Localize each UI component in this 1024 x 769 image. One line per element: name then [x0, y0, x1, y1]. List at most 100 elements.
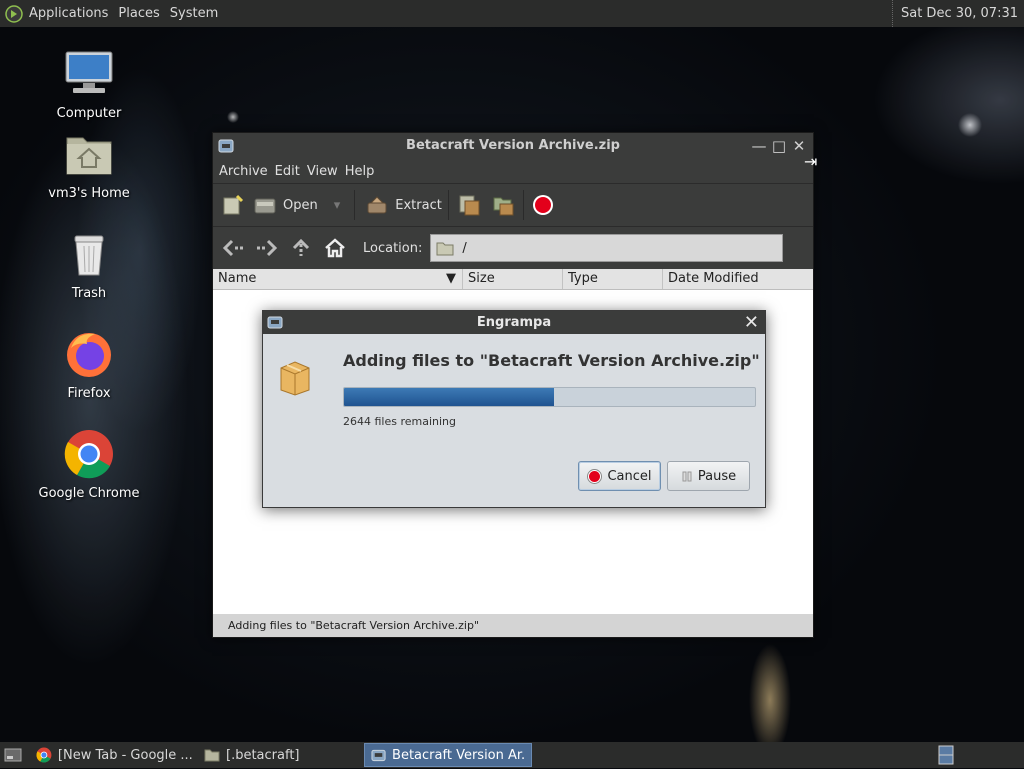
progress-fill	[344, 388, 554, 406]
file-list-header: Name ▼ Size Type Date Modified	[213, 269, 813, 290]
home-folder-icon	[66, 137, 112, 175]
desktop-icon-computer[interactable]: Computer	[24, 48, 154, 121]
archive-app-icon	[218, 139, 234, 153]
status-bar: Adding files to "Betacraft Version Archi…	[213, 614, 813, 637]
open-icon	[254, 198, 276, 214]
folder-icon	[204, 749, 220, 762]
show-desktop-button[interactable]	[0, 743, 30, 767]
back-arrow-icon	[222, 239, 243, 257]
applications-menu[interactable]: Applications	[29, 6, 108, 21]
workspace-icon	[938, 745, 954, 765]
open-dropdown-button[interactable]: ▾	[334, 198, 341, 213]
bottom-panel: [New Tab - Google ... [.betacraft] Betac…	[0, 742, 1024, 768]
menu-help[interactable]: Help	[344, 164, 376, 179]
home-icon	[325, 238, 345, 258]
maximize-button[interactable]: □	[769, 133, 789, 159]
menu-archive[interactable]: Archive	[218, 164, 269, 179]
open-label: Open	[283, 197, 318, 213]
stop-icon	[587, 468, 603, 484]
cancel-label: Cancel	[607, 468, 652, 484]
show-desktop-icon	[4, 748, 22, 762]
progress-dialog: Engrampa ✕ Adding files to "Betacraft Ve…	[262, 310, 766, 508]
location-label: Location:	[363, 240, 423, 256]
toolbar-separator	[447, 190, 449, 220]
column-name[interactable]: Name ▼	[213, 269, 463, 289]
desktop-icon-label: Trash	[71, 286, 107, 301]
chrome-icon	[64, 430, 113, 479]
clock[interactable]: Sat Dec 30, 07:31	[891, 0, 1018, 27]
column-size[interactable]: Size	[463, 269, 563, 289]
taskbar-item-archive[interactable]: Betacraft Version Ar...	[364, 743, 532, 767]
files-remaining: 2644 files remaining	[343, 415, 457, 428]
location-value: /	[462, 240, 467, 256]
add-files-button[interactable]	[457, 192, 483, 218]
dialog-heading: Adding files to "Betacraft Version Archi…	[343, 351, 760, 370]
pause-icon	[682, 471, 692, 482]
home-button[interactable]	[321, 234, 349, 262]
open-button[interactable]: Open	[253, 193, 318, 217]
new-archive-icon	[223, 194, 244, 215]
menu-view[interactable]: View	[306, 164, 339, 179]
dialog-titlebar[interactable]: Engrampa ✕	[263, 311, 765, 334]
taskbar-item-label: [New Tab - Google ...	[57, 747, 192, 763]
package-icon	[280, 361, 310, 396]
column-type-label: Type	[568, 271, 598, 286]
pause-button[interactable]: Pause	[667, 461, 750, 491]
desktop-icon-label: Firefox	[67, 386, 111, 401]
progress-bar	[343, 387, 756, 407]
column-size-label: Size	[468, 271, 495, 286]
computer-icon	[65, 51, 113, 93]
forward-button[interactable]	[253, 234, 281, 262]
desktop-icon-chrome[interactable]: Google Chrome	[24, 428, 154, 501]
desktop-icon-label: Computer	[56, 106, 122, 121]
add-folder-icon	[493, 197, 514, 216]
workspace-switcher[interactable]	[936, 745, 956, 765]
places-menu[interactable]: Places	[118, 6, 159, 21]
stop-button[interactable]	[532, 194, 554, 216]
column-name-label: Name	[218, 271, 257, 286]
desktop-icon-label: vm3's Home	[48, 186, 130, 201]
desktop-icon-trash[interactable]: Trash	[24, 228, 154, 301]
dialog-title: Engrampa	[476, 315, 552, 330]
desktop-icon-firefox[interactable]: Firefox	[24, 328, 154, 401]
menubar: Archive Edit View Help	[213, 159, 813, 183]
extract-button[interactable]: Extract	[365, 193, 442, 217]
sort-down-icon: ▼	[446, 271, 456, 286]
window-title: Betacraft Version Archive.zip	[406, 138, 620, 153]
taskbar-item-folder[interactable]: [.betacraft]	[198, 743, 364, 767]
minimize-button[interactable]: —	[749, 133, 769, 159]
archive-icon	[371, 749, 386, 762]
chrome-icon	[36, 747, 52, 763]
back-button[interactable]	[219, 234, 247, 262]
taskbar-item-label: Betacraft Version Ar...	[392, 747, 525, 763]
extract-label: Extract	[395, 197, 442, 213]
new-archive-button[interactable]	[221, 193, 245, 217]
taskbar-item-label: [.betacraft]	[226, 747, 300, 763]
cancel-button[interactable]: Cancel	[578, 461, 661, 491]
location-bar: Location: /	[213, 226, 813, 269]
column-date-modified[interactable]: Date Modified	[663, 269, 813, 289]
add-files-icon	[459, 195, 480, 216]
archive-app-icon	[267, 316, 283, 329]
resize-cursor-icon: ⇥	[804, 152, 818, 171]
toolbar: Open ▾ Extract	[213, 183, 813, 226]
system-menu[interactable]: System	[170, 6, 218, 21]
up-arrow-icon	[292, 238, 310, 256]
menu-edit[interactable]: Edit	[274, 164, 301, 179]
up-button[interactable]	[287, 234, 315, 262]
location-field[interactable]: /	[430, 234, 784, 262]
extract-icon	[367, 196, 387, 214]
stop-icon	[532, 195, 553, 215]
top-panel: Applications Places System Sat Dec 30, 0…	[0, 0, 1024, 27]
add-folder-button[interactable]	[491, 192, 517, 218]
toolbar-separator	[354, 190, 356, 220]
folder-icon	[436, 242, 454, 255]
window-titlebar[interactable]: Betacraft Version Archive.zip — □ ✕	[213, 133, 813, 159]
taskbar-item-chrome[interactable]: [New Tab - Google ...	[30, 743, 198, 767]
dialog-close-button[interactable]: ✕	[744, 311, 759, 334]
mate-logo-icon[interactable]	[5, 4, 23, 23]
forward-arrow-icon	[257, 239, 278, 257]
pause-label: Pause	[697, 468, 737, 484]
column-type[interactable]: Type	[563, 269, 663, 289]
desktop-icon-home[interactable]: vm3's Home	[24, 128, 154, 201]
